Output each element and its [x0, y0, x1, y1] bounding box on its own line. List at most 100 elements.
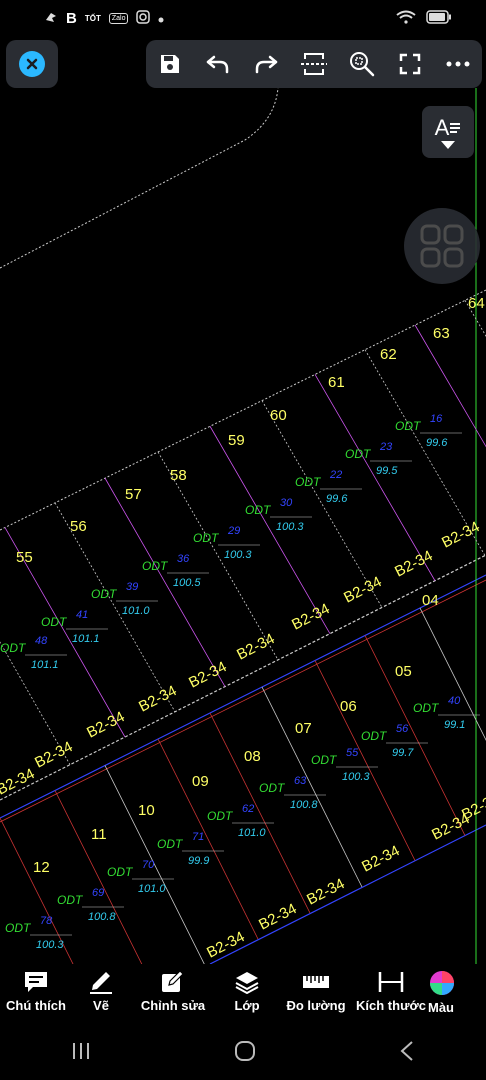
more-button[interactable]	[440, 46, 476, 82]
parcel-number: 48	[35, 635, 48, 647]
grid-icon	[420, 224, 464, 268]
lot-number-lower: 05	[395, 663, 412, 680]
pencil-icon	[90, 972, 112, 994]
save-button[interactable]	[152, 46, 188, 82]
tool-dimension[interactable]: Kích thước	[354, 964, 428, 1013]
parcel-area: 99.6	[426, 437, 448, 449]
parcel-area: 100.3	[224, 549, 252, 561]
wifi-icon	[396, 10, 416, 29]
lot-number-lower: 09	[192, 773, 209, 790]
redo-icon	[255, 55, 278, 74]
road-label: B2-34	[234, 630, 277, 663]
lot-number-upper: 63	[433, 325, 450, 342]
parcel-area: 100.8	[88, 911, 116, 923]
layers-icon	[235, 972, 259, 994]
tool-edit[interactable]: Chỉnh sửa	[130, 964, 216, 1013]
parcel-area: 99.6	[326, 493, 348, 505]
parcel-area: 99.5	[376, 465, 398, 477]
redo-button[interactable]	[248, 46, 284, 82]
land-type-label: ODT	[311, 753, 338, 767]
view-grid-button[interactable]	[404, 208, 480, 284]
tool-comment[interactable]: Chú thích	[0, 964, 72, 1013]
lot-boundary-line	[414, 324, 486, 448]
parcel-area: 100.3	[36, 939, 64, 951]
lot-number-upper: 61	[328, 374, 345, 391]
lot-number-upper: 58	[170, 467, 187, 484]
system-nav-bar	[0, 1026, 486, 1080]
lot-number-upper: 59	[228, 432, 245, 449]
save-icon	[161, 55, 179, 73]
align-lines-icon	[450, 123, 461, 133]
b-app-icon: B	[66, 10, 77, 27]
recent-apps-icon	[73, 1042, 89, 1059]
road-label: B2-34	[186, 658, 229, 691]
tool-measure[interactable]: Đo lường	[278, 964, 354, 1013]
road-label: B2-34	[341, 573, 384, 606]
tool-layers-label: Lớp	[234, 998, 260, 1013]
road-label: B2-34	[256, 900, 299, 933]
edit-icon	[162, 970, 184, 992]
land-type-label: ODT	[345, 447, 372, 461]
parcel-number: 30	[280, 497, 293, 509]
parcel-area: 100.3	[342, 771, 370, 783]
bird-icon	[44, 10, 58, 27]
road-label: B2-34	[32, 738, 75, 771]
parcel-number: 29	[227, 525, 240, 537]
land-type-label: ODT	[142, 559, 169, 573]
fullscreen-button[interactable]	[392, 46, 428, 82]
lot-number-lower: 12	[33, 859, 50, 876]
land-type-label: ODT	[41, 615, 68, 629]
back-icon	[400, 1040, 413, 1061]
tool-color-label: Màu	[428, 1000, 454, 1015]
recent-apps-button[interactable]	[71, 1041, 91, 1066]
land-type-label: ODT	[413, 701, 440, 715]
parcel-number: 40	[448, 695, 461, 707]
undo-icon	[206, 55, 229, 74]
parcel-number: 16	[430, 413, 443, 425]
parcel-area: 100.5	[173, 577, 201, 589]
lot-number-lower: 08	[244, 748, 261, 765]
text-style-button[interactable]: A	[422, 106, 474, 158]
instagram-icon	[136, 10, 151, 27]
parcel-area: 100.8	[290, 799, 318, 811]
more-icon	[446, 61, 470, 67]
lot-number-upper: 55	[16, 549, 33, 566]
tool-color[interactable]: Màu	[428, 964, 476, 1015]
text-style-label: A	[434, 115, 450, 140]
lot-number-upper: 60	[270, 407, 287, 424]
parcel-area: 99.9	[188, 855, 209, 867]
tool-draw-label: Vẽ	[93, 998, 109, 1013]
home-icon	[235, 1040, 255, 1061]
land-type-label: ODT	[361, 729, 388, 743]
tool-draw[interactable]: Vẽ	[72, 964, 130, 1013]
lot-number-upper: 62	[380, 346, 397, 363]
parcel-number: 56	[396, 723, 409, 735]
close-button[interactable]	[6, 40, 58, 88]
road-label: B2-34	[136, 682, 179, 715]
parcel-number: 78	[40, 915, 53, 927]
parcel-number: 23	[379, 441, 393, 453]
land-type-label: ODT	[91, 587, 118, 601]
parcel-number: 36	[177, 553, 190, 565]
land-type-label: ODT	[245, 503, 272, 517]
parcel-number: 71	[192, 831, 204, 843]
back-button[interactable]	[399, 1040, 415, 1067]
land-type-label: ODT	[5, 921, 32, 935]
lot-number-lower: 06	[340, 698, 357, 715]
road-label: B2-34	[0, 765, 37, 798]
lot-number-lower: 10	[138, 802, 155, 819]
zoom-button[interactable]	[344, 46, 380, 82]
lot-number-lower: 04	[422, 592, 439, 609]
land-type-label: ODT	[0, 641, 27, 655]
fit-button[interactable]	[296, 46, 332, 82]
comment-icon	[25, 972, 47, 992]
lot-number-upper: 56	[70, 518, 87, 535]
tool-layers[interactable]: Lớp	[216, 964, 278, 1013]
tool-measure-label: Đo lường	[286, 998, 346, 1013]
home-button[interactable]	[233, 1039, 257, 1068]
land-type-label: ODT	[157, 837, 184, 851]
parcel-number: 41	[76, 609, 88, 621]
road-label: B2-34	[304, 875, 347, 908]
undo-button[interactable]	[200, 46, 236, 82]
status-right-icons	[396, 10, 452, 29]
